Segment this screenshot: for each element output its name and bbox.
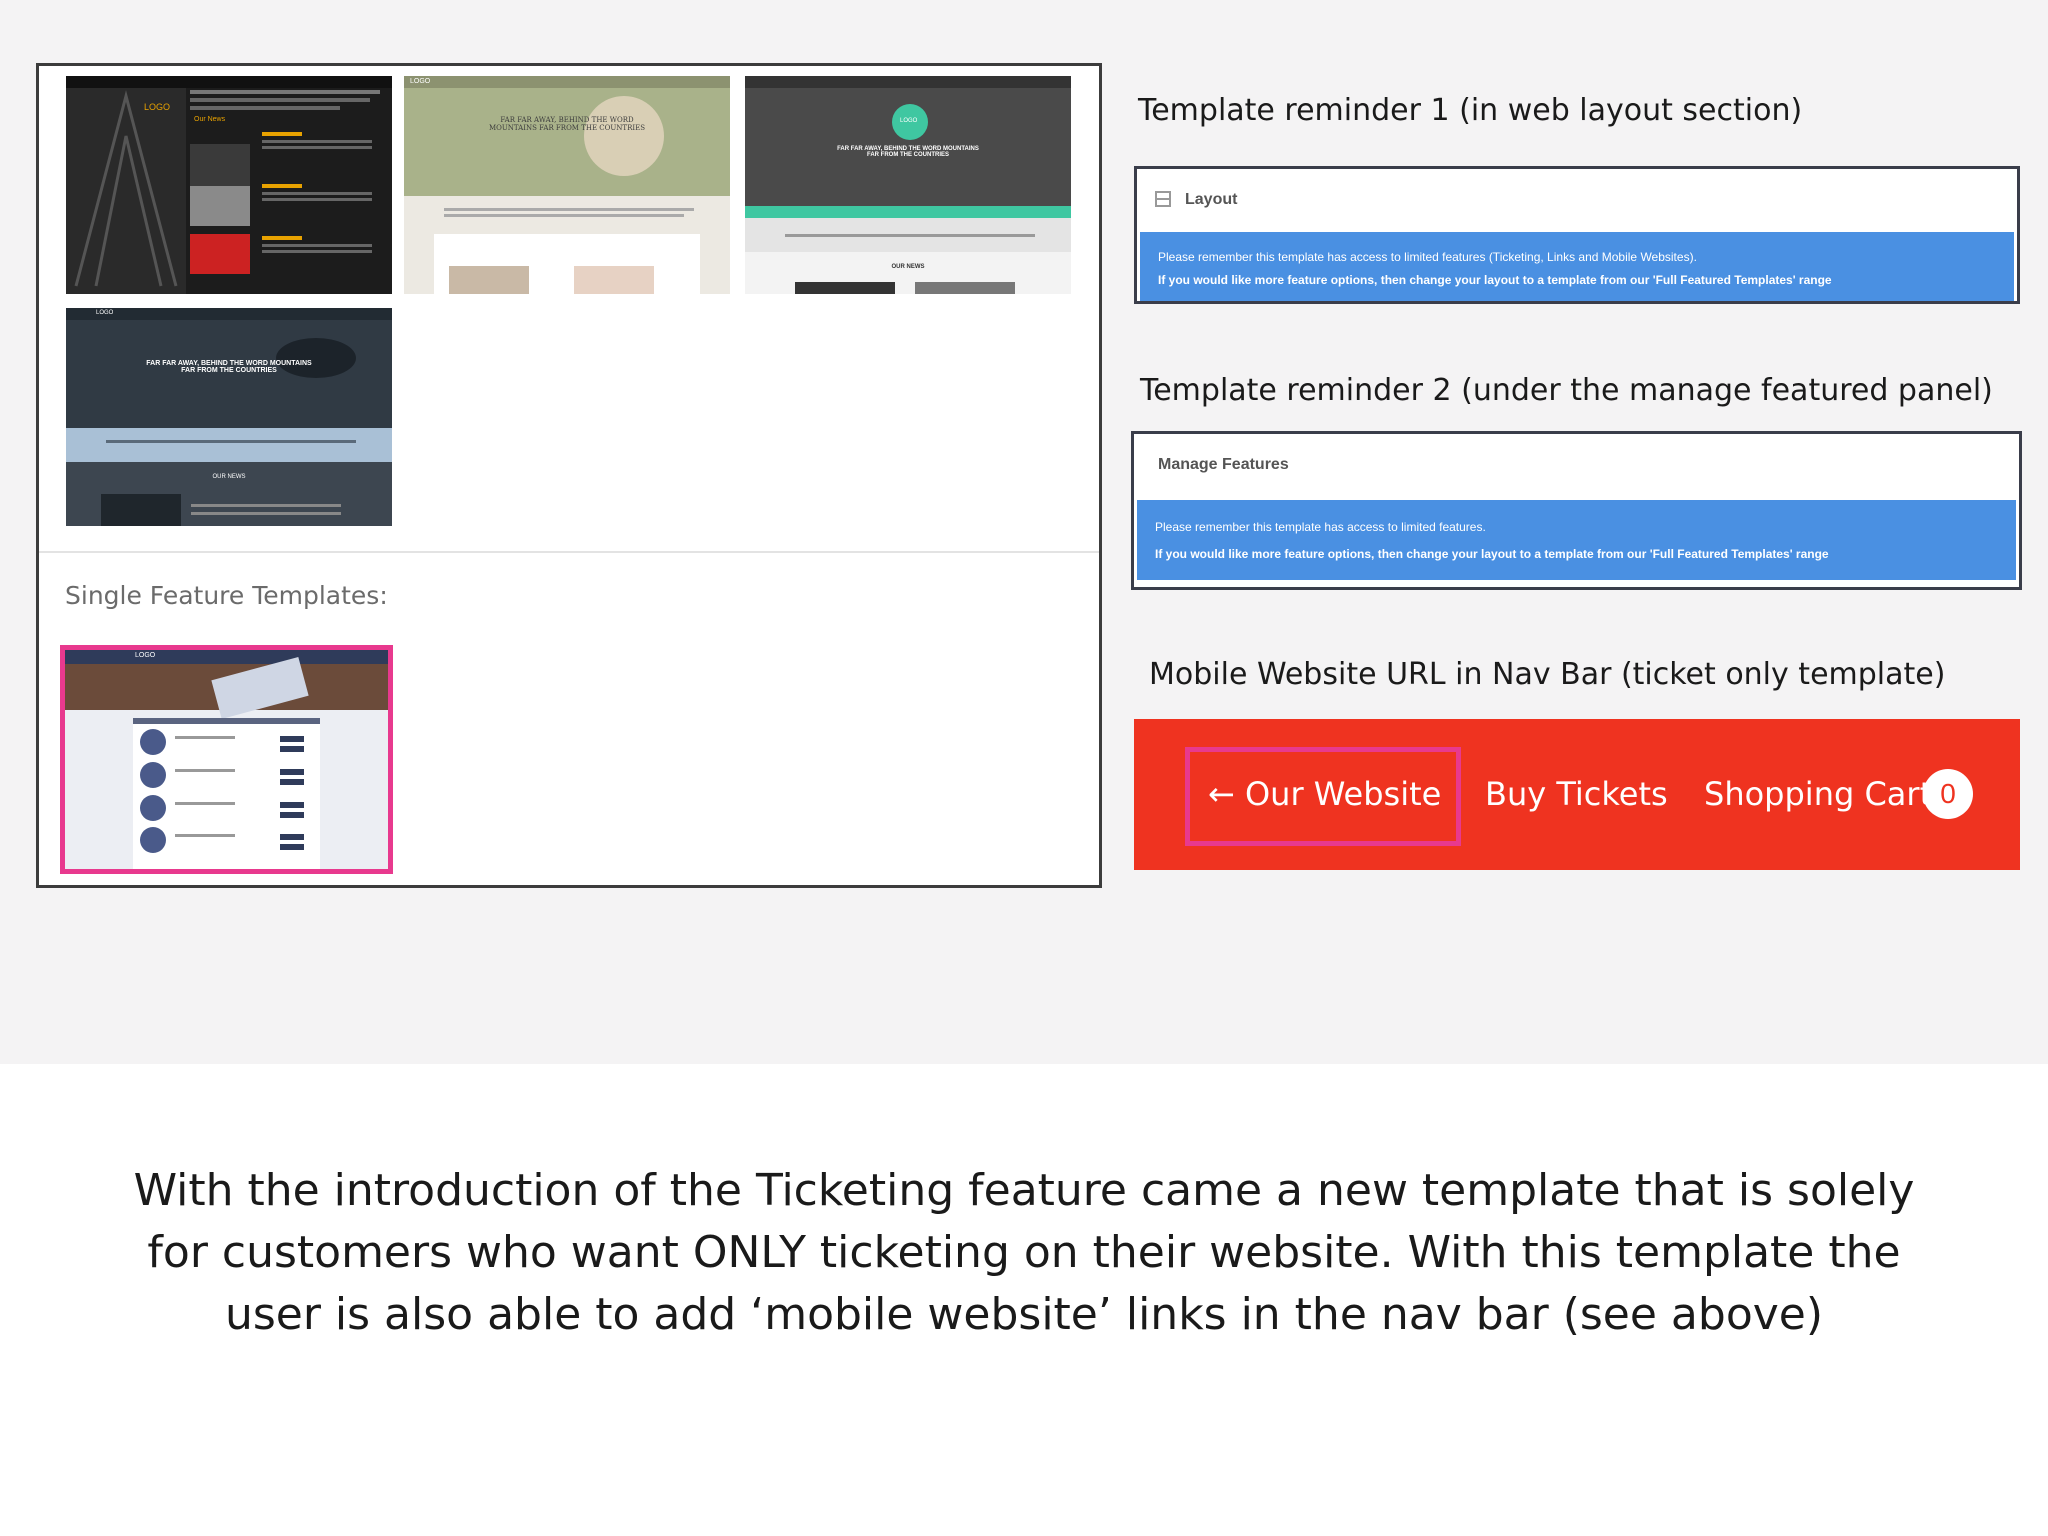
layout-reminder-message: Please remember this template has access…	[1140, 232, 2014, 301]
template-thumbnail-teal[interactable]: LOGO FAR FAR AWAY, BEHIND THE WORD MOUNT…	[745, 76, 1071, 294]
gallery-divider	[39, 551, 1099, 553]
thumb-logo: LOGO	[900, 118, 918, 124]
thumb-logo: LOGO	[96, 310, 114, 316]
thumb-news-heading: OUR NEWS	[891, 264, 925, 270]
shopping-cart-link[interactable]: Shopping Cart	[1704, 719, 1932, 870]
template-preview-teal	[745, 76, 1071, 294]
reminder1-line1: Please remember this template has access…	[1158, 250, 1697, 264]
thumb-heading: FAR FAR AWAY, BEHIND THE WORD MOUNTAINS …	[837, 146, 979, 158]
manage-features-panel: Manage Features Please remember this tem…	[1131, 431, 2022, 590]
section-label-single-feature: Single Feature Templates:	[65, 581, 388, 610]
reminder1-line2: If you would like more feature options, …	[1158, 273, 1832, 287]
mobile-nav-caption: Mobile Website URL in Nav Bar (ticket on…	[1149, 657, 1946, 692]
layout-panel: Layout Please remember this template has…	[1134, 166, 2020, 304]
template-gallery: LOGO Our News LOGO FAR FAR AWAY, BEHIND …	[36, 63, 1102, 888]
manage-features-reminder-message: Please remember this template has access…	[1137, 500, 2016, 580]
thumb-heading: FAR FAR AWAY, BEHIND THE WORD MOUNTAINS …	[146, 360, 312, 374]
description-line2: for customers who want ONLY ticketing on…	[147, 1227, 1901, 1278]
manage-features-title: Manage Features	[1158, 456, 1289, 473]
our-website-link[interactable]: ← Our Website	[1208, 719, 1441, 870]
cart-count-badge: 0	[1923, 769, 1973, 819]
template-preview-slate	[66, 308, 392, 526]
thumb-logo: LOGO	[410, 78, 431, 85]
buy-tickets-link[interactable]: Buy Tickets	[1485, 719, 1668, 870]
template-preview-beige	[404, 76, 730, 294]
description-line3: user is also able to add ‘mobile website…	[224, 1289, 1824, 1340]
layout-panel-title: Layout	[1185, 191, 1238, 208]
template-preview-ticket-only: LOGO	[65, 650, 388, 869]
description-line1: With the introduction of the Ticketing f…	[133, 1165, 1915, 1216]
thumb-news-heading: Our News	[194, 116, 226, 123]
reminder2-line2: If you would like more feature options, …	[1155, 547, 1829, 561]
template-thumbnail-dark[interactable]: LOGO Our News	[66, 76, 392, 294]
layout-icon	[1155, 191, 1171, 207]
thumb-heading: FAR FAR AWAY, BEHIND THE WORD MOUNTAINS …	[488, 116, 646, 132]
template-thumbnail-ticket-only[interactable]: LOGO	[60, 645, 393, 874]
thumb-logo: LOGO	[135, 652, 156, 659]
reminder2-caption: Template reminder 2 (under the manage fe…	[1140, 373, 1993, 408]
template-preview-dark	[66, 76, 392, 294]
reminder2-line1: Please remember this template has access…	[1155, 520, 1486, 534]
reminder1-caption: Template reminder 1 (in web layout secti…	[1138, 93, 1803, 128]
thumb-logo: LOGO	[144, 102, 171, 112]
slide-description: With the introduction of the Ticketing f…	[80, 1160, 1968, 1346]
template-thumbnail-beige[interactable]: LOGO FAR FAR AWAY, BEHIND THE WORD MOUNT…	[404, 76, 730, 294]
template-thumbnail-slate[interactable]: LOGO FAR FAR AWAY, BEHIND THE WORD MOUNT…	[66, 308, 392, 526]
thumb-news-heading: OUR NEWS	[212, 474, 246, 480]
mobile-nav-bar: ← Our Website Buy Tickets Shopping Cart …	[1134, 719, 2020, 870]
